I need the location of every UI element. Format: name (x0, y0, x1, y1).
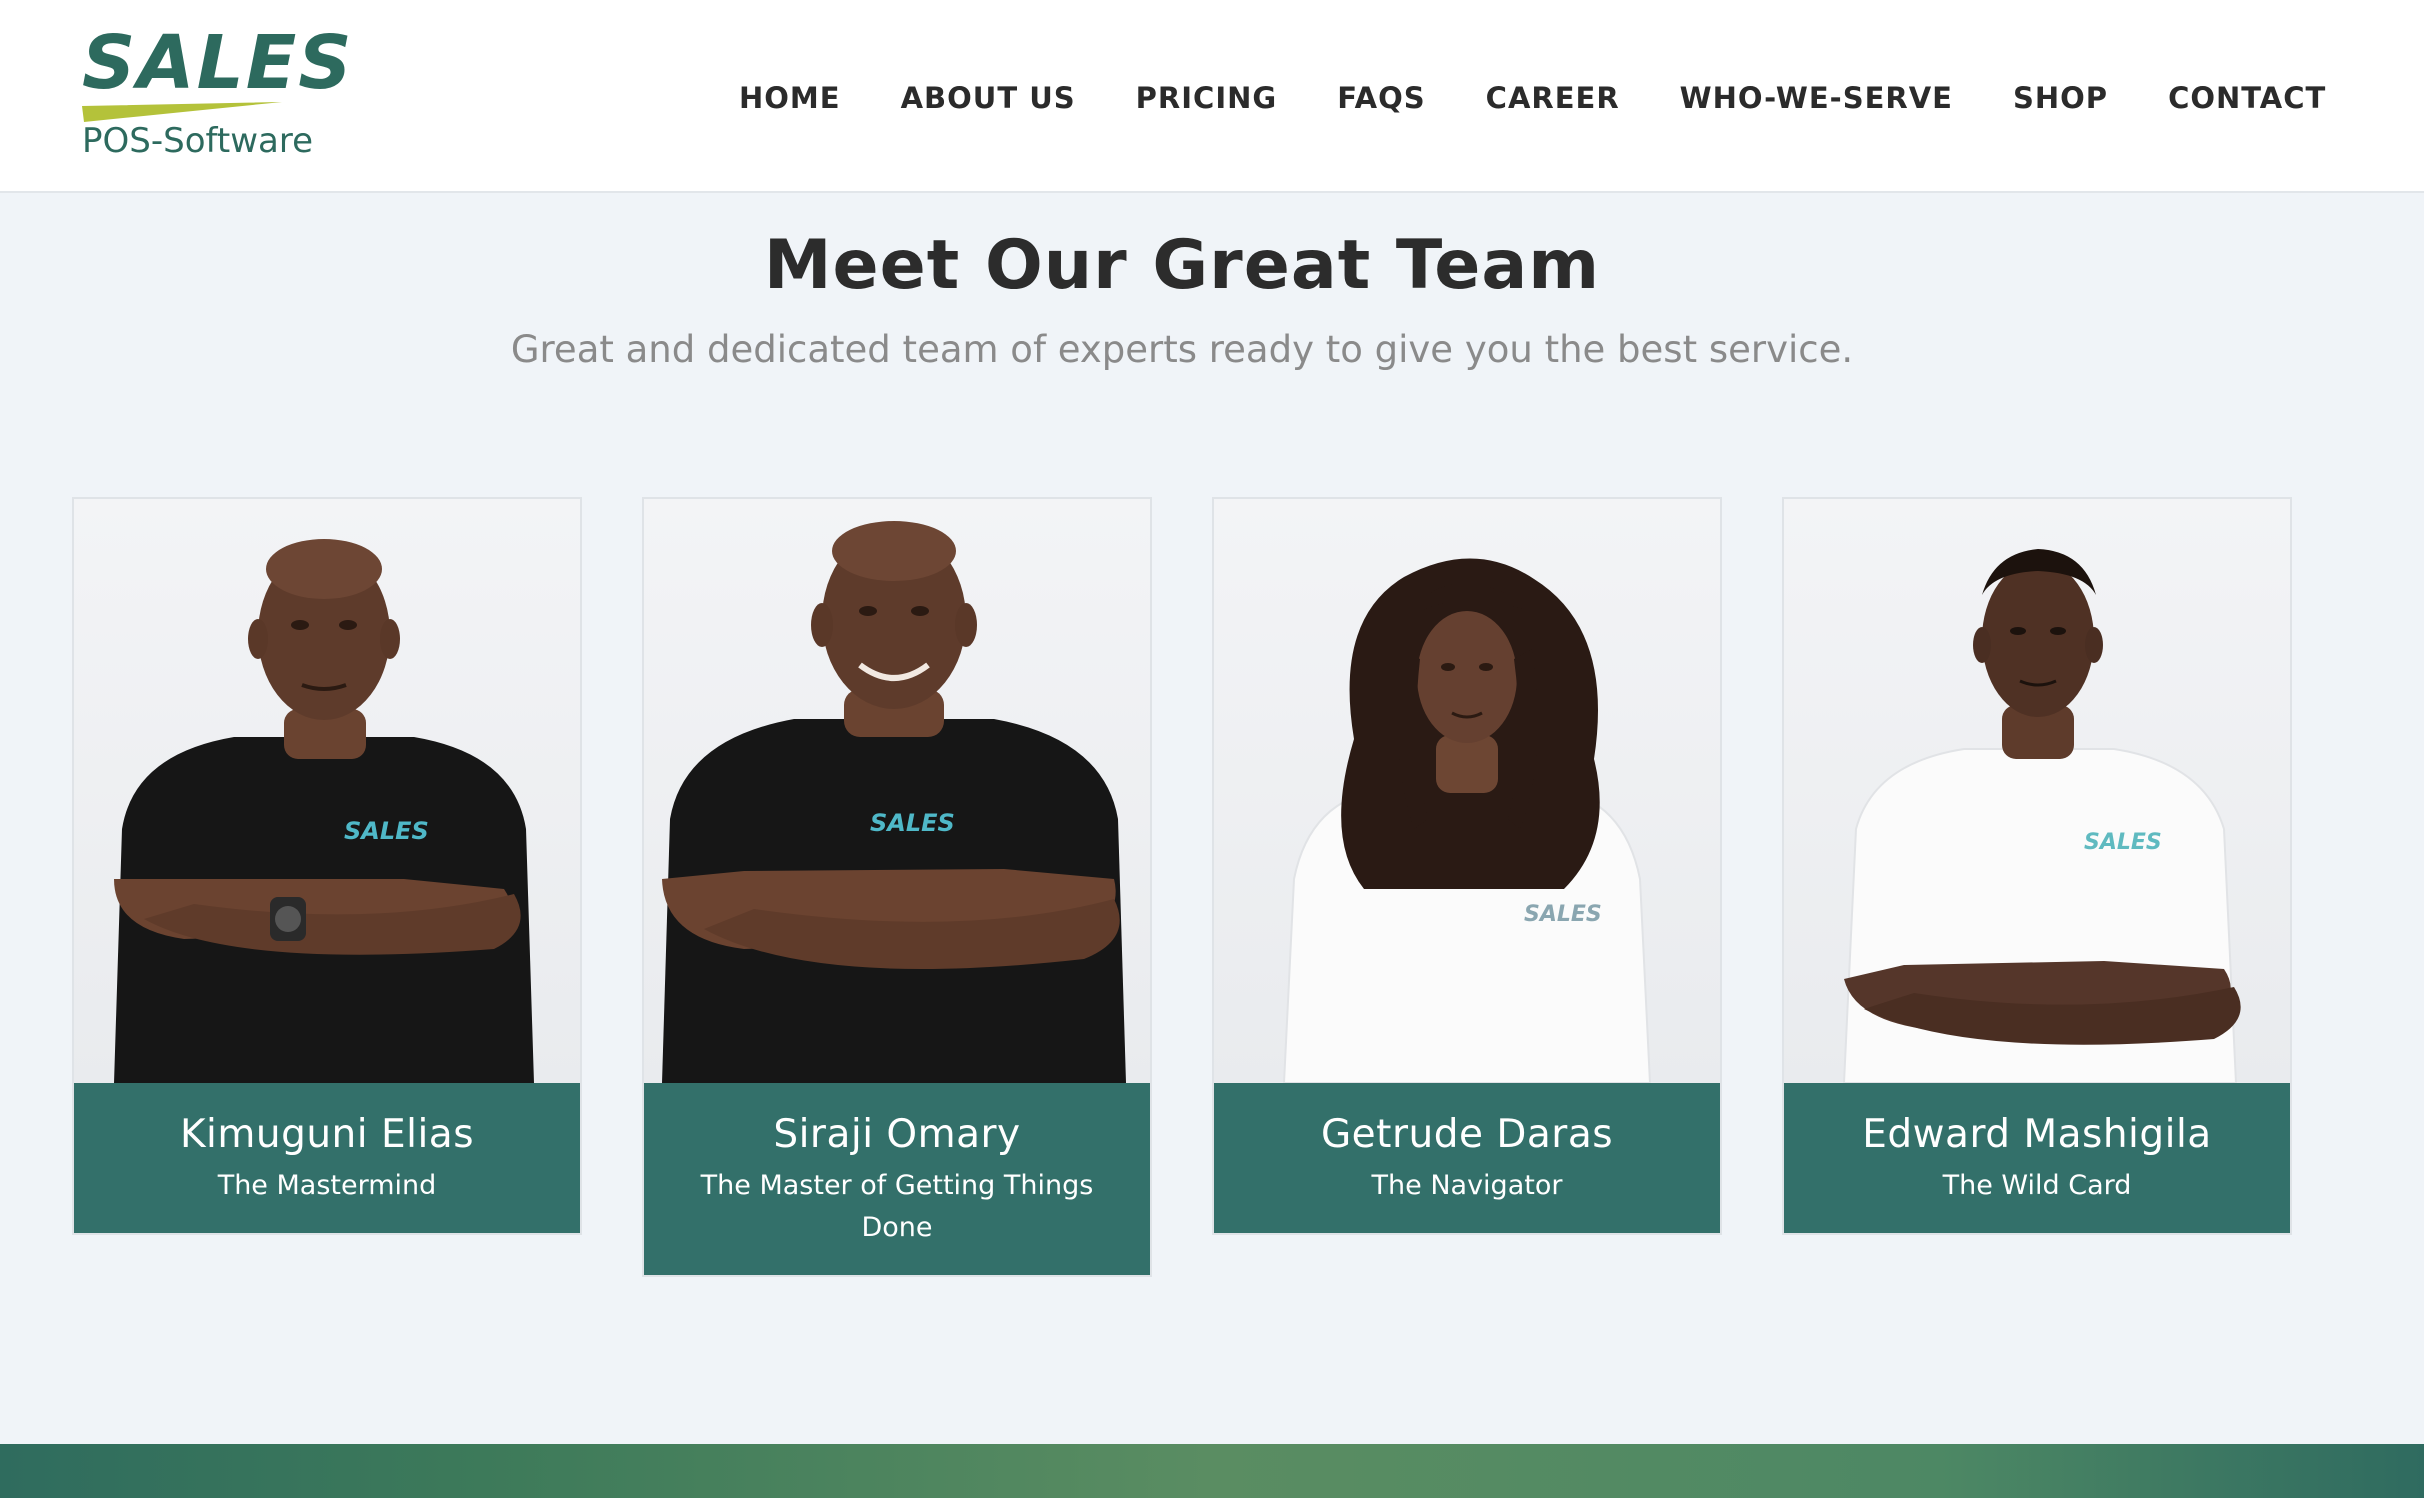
svg-text:SALES: SALES (1524, 902, 1602, 927)
team-member-role: The Master of Getting Things Done (700, 1170, 1094, 1243)
team-member-caption: Getrude Daras The Navigator (1214, 1083, 1720, 1233)
logo-wordmark: SALES (82, 20, 354, 106)
main-nav: HOME ABOUT US PRICING FAQS CAREER WHO-WE… (739, 78, 2326, 118)
team-member-role: The Navigator (1371, 1170, 1563, 1201)
team-member-photo: SALES (644, 499, 1150, 1083)
brand-logo[interactable]: SALES POS-Software (80, 20, 390, 168)
nav-item-contact[interactable]: CONTACT (2168, 78, 2326, 118)
team-member-name: Edward Mashigila (1862, 1112, 2212, 1157)
team-section-title: Meet Our Great Team (763, 226, 1601, 305)
nav-item-about-us[interactable]: ABOUT US (901, 78, 1076, 118)
team-member-photo: SALES (74, 499, 580, 1083)
svg-text:SALES: SALES (344, 817, 429, 845)
team-member-caption: Kimuguni Elias The Mastermind (74, 1083, 580, 1233)
svg-text:SALES: SALES (2084, 830, 2162, 855)
logo-subtitle: POS-Software (82, 121, 313, 161)
team-member-role: The Mastermind (217, 1170, 437, 1201)
person-portrait-icon: SALES (114, 539, 534, 1083)
team-card: SALES Getrude Daras The Navigator (1212, 497, 1722, 1235)
logo-swoosh-icon (82, 102, 282, 122)
person-portrait-icon: SALES (1842, 549, 2241, 1083)
person-portrait-icon: SALES (662, 521, 1126, 1083)
nav-item-pricing[interactable]: PRICING (1136, 78, 1278, 118)
team-card: SALES Edward Mashigila The Wild Card (1782, 497, 2292, 1235)
team-member-name: Getrude Daras (1320, 1112, 1614, 1157)
team-card: SALES Siraji Omary The Master of Getting… (642, 497, 1152, 1277)
site-header: SALES POS-Software HOME ABOUT US PRICING… (0, 0, 2424, 193)
team-section-subtitle: Great and dedicated team of experts read… (510, 328, 1854, 371)
nav-item-who-we-serve[interactable]: WHO-WE-SERVE (1680, 78, 1953, 118)
team-member-caption: Edward Mashigila The Wild Card (1784, 1083, 2290, 1233)
team-member-name: Kimuguni Elias (179, 1112, 475, 1157)
person-portrait-icon: SALES (1282, 558, 1652, 1083)
team-member-photo: SALES (1784, 499, 2290, 1083)
nav-item-shop[interactable]: SHOP (2013, 78, 2108, 118)
nav-item-faqs[interactable]: FAQS (1337, 78, 1425, 118)
nav-item-home[interactable]: HOME (739, 78, 841, 118)
team-member-name: Siraji Omary (773, 1112, 1021, 1157)
footer-banner-image (0, 1444, 2424, 1498)
team-card: SALES Kimuguni Elias The Mastermind (72, 497, 582, 1235)
team-member-caption: Siraji Omary The Master of Getting Thing… (644, 1083, 1150, 1275)
svg-text:SALES: SALES (870, 809, 955, 837)
nav-item-career[interactable]: CAREER (1486, 78, 1620, 118)
team-member-photo: SALES (1214, 499, 1720, 1083)
team-member-role: The Wild Card (1942, 1170, 2132, 1201)
